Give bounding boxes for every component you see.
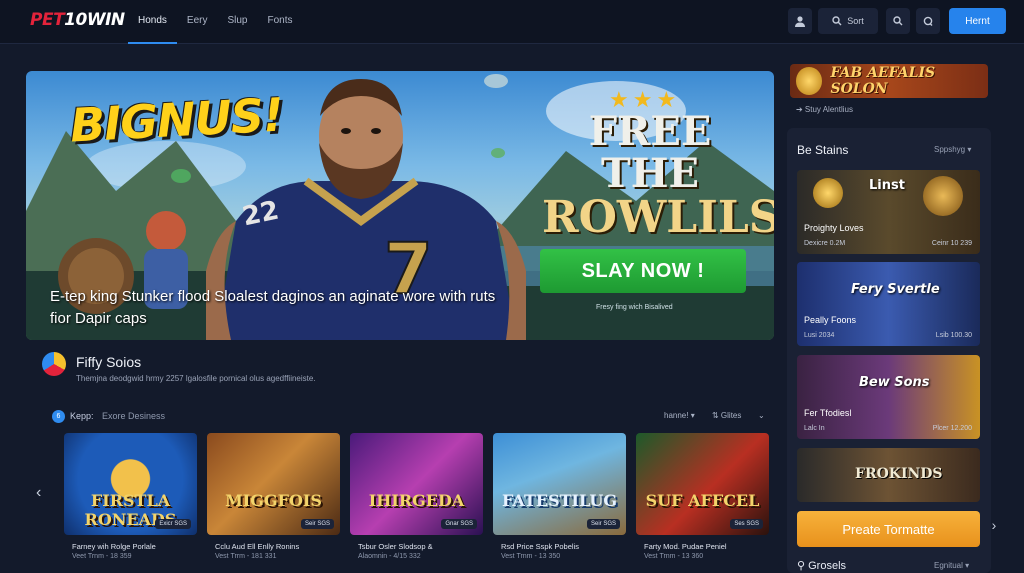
game-meta: Alaomnin - 4/15 332 [358, 553, 421, 560]
game-title-art: MIGGFOIS [225, 491, 322, 510]
slot-meta: Dexicre 0.2M [804, 240, 846, 247]
hero-title: BIGNUS! [68, 87, 285, 153]
game-name: Rsd Price Sspk Pobelis [501, 542, 579, 551]
games-toolbar: 6 Kepp: Exore Desiness hanne! ▾ ⇅ Glites… [52, 409, 770, 425]
coin-icon [796, 67, 823, 95]
game-card[interactable]: FATESTILUG Seir SGS Rsd Price Sspk Pobel… [493, 433, 626, 568]
panel-footer-title[interactable]: ⚲ Grosels [797, 559, 846, 572]
chevron-right-icon[interactable]: › [985, 514, 1003, 536]
slot-meta: Lusi 2034 [804, 332, 835, 339]
nav-item-2[interactable]: Eery [177, 0, 218, 44]
game-title-art: SUF AFFCEL [645, 491, 760, 510]
hero-banner[interactable]: 7 22 BIGNUS! ★★★ FREE THE ROWLILS SLAY N… [26, 71, 774, 340]
hero-headline: FREE THE ROWLILS [542, 108, 774, 243]
panel-sort-dropdown[interactable]: Sppshyg ▾ [934, 145, 971, 154]
play-now-button[interactable]: SLAY NOW ! [540, 249, 746, 293]
game-name: Cclu Aud Ell Enlly Ronins [215, 542, 300, 551]
panel-footer-dropdown[interactable]: Egnitual ▾ [934, 561, 969, 570]
game-card[interactable]: SUF AFFCEL Ses SGS Farty Mod. Pudae Peni… [636, 433, 769, 568]
main-nav: Honds Eery Slup Fonts [128, 0, 303, 44]
slot-meta-right: Plcer 12.200 [932, 425, 972, 432]
top-nav-bar: PET10WIN Honds Eery Slup Fonts Sort Hern… [0, 0, 1024, 44]
slot-meta-right: Ceinr 10 239 [931, 240, 972, 247]
coin-icon [813, 178, 843, 208]
slot-name: Fer Tfodiesl [804, 408, 852, 418]
panel-footer-label: Grosels [808, 560, 847, 572]
game-meta: Vest Trrm - 181 331 [215, 553, 277, 560]
game-card[interactable]: MIGGFOIS Seir SGS Cclu Aud Ell Enlly Ron… [207, 433, 340, 568]
game-card[interactable]: IHIRGEDA Gnar SGS Tsbur Osler Slodsop & … [350, 433, 483, 568]
search-button[interactable] [886, 8, 910, 34]
search-icon [832, 16, 842, 26]
sort-button[interactable]: Sort [818, 8, 878, 34]
slot-card[interactable]: Linst Proighty Loves Dexicre 0.2M Ceinr … [797, 170, 980, 254]
slot-title: FROKINDS [855, 466, 943, 482]
section-description: Themjna deodgwid hrmy 2257 lgalosfile po… [76, 374, 316, 383]
game-thumbnail: FIRSTLA RONEADS Exicr SGS [64, 433, 197, 535]
promo-title: FAB AEFALIS SOLON [830, 65, 936, 97]
game-name: Tsbur Osler Slodsop & [358, 542, 433, 551]
nav-item-4[interactable]: Fonts [257, 0, 302, 44]
slot-name: Peally Foons [804, 315, 857, 325]
coin-icon [923, 176, 963, 216]
search-icon [893, 16, 903, 26]
game-title-art: IHIRGEDA [368, 491, 465, 510]
sort-label: Sort [847, 16, 864, 26]
game-tag: Gnar SGS [441, 519, 477, 529]
sort-dropdown[interactable]: ⇅ Glites [712, 411, 741, 420]
game-thumbnail: IHIRGEDA Gnar SGS [350, 433, 483, 535]
game-thumbnail: MIGGFOIS Seir SGS [207, 433, 340, 535]
brand-logo[interactable]: PET10WIN [30, 10, 125, 30]
category-badge: 6 [52, 410, 65, 423]
category-sublabel[interactable]: Exore Desiness [102, 411, 165, 421]
panel-title: Be Stains [797, 143, 849, 157]
nav-item-home[interactable]: Honds [128, 0, 177, 44]
slot-title: Bew Sons [859, 375, 930, 390]
game-meta: Vest Trnm - 13 360 [644, 553, 704, 560]
search-icon: ⚲ [797, 560, 809, 572]
game-tag: Exicr SGS [155, 519, 191, 529]
hero-headline-line-1: FREE THE [588, 108, 712, 197]
hero-description: E-tep king Stunker flood Sloalest dagino… [50, 288, 496, 327]
game-tag: Ses SGS [730, 519, 763, 529]
login-button[interactable]: Hernt [949, 8, 1006, 34]
cta-caption: Fresy fing wich Bisalived [596, 304, 673, 311]
slot-meta: Lalc In [804, 425, 825, 432]
game-name: Farney wih Rolge Porlale [72, 542, 156, 551]
filter-dropdown[interactable]: hanne! ▾ [664, 411, 695, 420]
game-meta: Vest Trnm - 13 350 [501, 553, 561, 560]
section-title: Fiffy Soios [76, 354, 142, 370]
category-label[interactable]: Kepp: [70, 411, 94, 421]
slot-card[interactable]: Fery Svertle Peally Foons Lusi 2034 Lsib… [797, 262, 980, 346]
game-tag: Seir SGS [586, 519, 620, 529]
promo-banner[interactable]: FAB AEFALIS SOLON [790, 64, 988, 98]
game-meta: Veet Trnm - 18 359 [72, 553, 132, 560]
promo-link[interactable]: ➔ Stuy Alentlius [796, 105, 853, 114]
chat-icon[interactable] [916, 8, 940, 34]
game-card[interactable]: FIRSTLA RONEADS Exicr SGS Farney wih Rol… [64, 433, 197, 568]
game-thumbnail: SUF AFFCEL Ses SGS [636, 433, 769, 535]
slot-title: Linst [869, 178, 905, 193]
nav-item-3[interactable]: Slup [217, 0, 257, 44]
slot-card[interactable]: FROKINDS [797, 448, 980, 502]
game-title-art: FATESTILUG [502, 491, 617, 510]
section-logo-icon [42, 352, 66, 376]
slot-meta-right: Lsib 100.30 [935, 332, 972, 339]
game-tag: Seir SGS [300, 519, 334, 529]
slot-card[interactable]: Bew Sons Fer Tfodiesl Lalc In Plcer 12.2… [797, 355, 980, 439]
slot-name: Proighty Loves [804, 223, 864, 233]
game-name: Farty Mod. Pudae Peniel [644, 542, 727, 551]
slot-title: Fery Svertle [851, 282, 940, 297]
user-icon[interactable] [788, 8, 812, 34]
chevron-down-icon[interactable]: ⌄ [758, 411, 765, 420]
game-thumbnail: FATESTILUG Seir SGS [493, 433, 626, 535]
create-button[interactable]: Preate Tormatte [797, 511, 980, 547]
hero-headline-line-2: ROWLILS [542, 192, 774, 243]
carousel-prev-icon[interactable]: ‹ [36, 484, 41, 502]
